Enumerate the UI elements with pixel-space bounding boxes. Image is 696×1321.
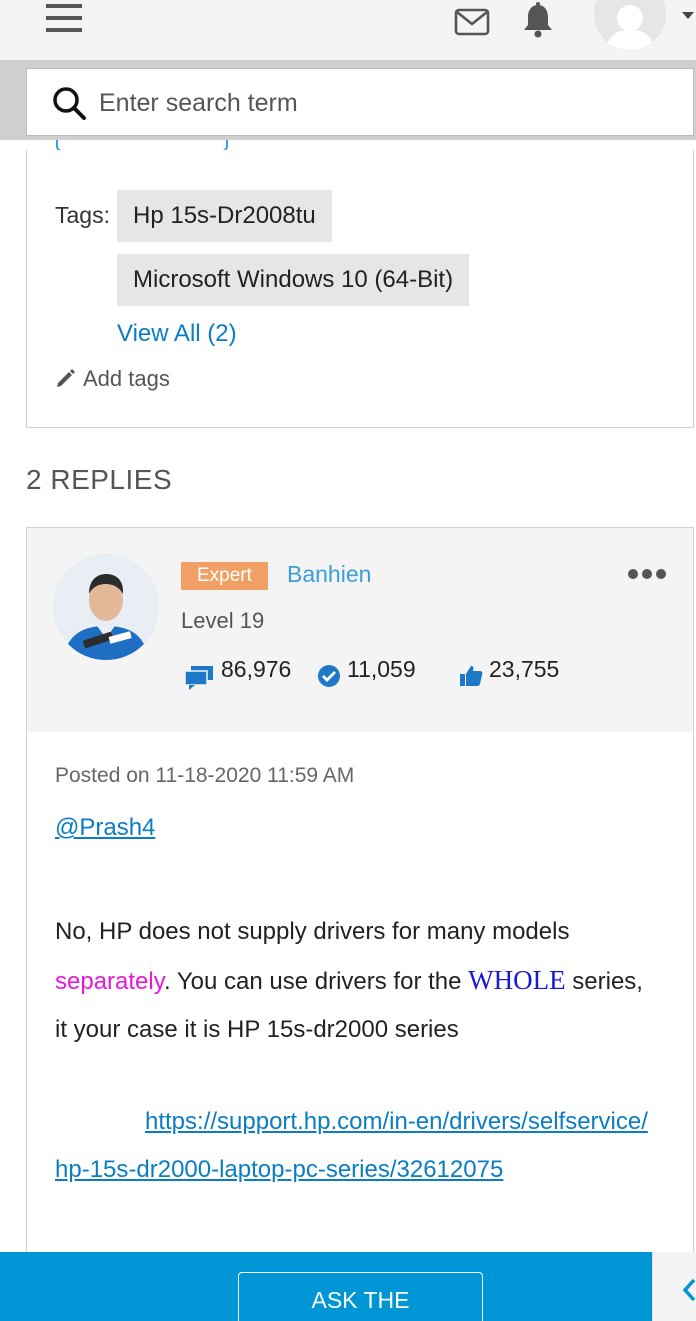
- messages-count: 86,976: [221, 656, 292, 682]
- hamburger-icon[interactable]: [46, 4, 82, 34]
- author-bar: Expert Banhien Level 19 86,976 11,059 23…: [27, 528, 693, 732]
- rank-badge: Expert: [181, 562, 268, 590]
- reply-card: Expert Banhien Level 19 86,976 11,059 23…: [26, 527, 694, 1321]
- bottom-action-bar: ASK THE COMMUNITY: [0, 1252, 652, 1321]
- more-options-icon[interactable]: [627, 568, 667, 580]
- add-tags-label: Add tags: [83, 366, 170, 391]
- view-all-tags-link[interactable]: View All (2): [117, 320, 237, 348]
- author-level: Level 19: [181, 608, 265, 633]
- bell-icon[interactable]: [520, 2, 556, 38]
- author-name-link[interactable]: Banhien: [287, 561, 371, 588]
- replies-heading: 2 REPLIES: [26, 464, 173, 495]
- tags-card: Tags: Hp 15s-Dr2008tu Microsoft Windows …: [26, 150, 694, 428]
- user-avatar-icon[interactable]: [594, 0, 666, 50]
- post-body: No, HP does not supply drivers for many …: [55, 908, 655, 1054]
- add-tags-link[interactable]: Add tags: [55, 366, 170, 392]
- post-text-highlight: separately: [55, 968, 164, 995]
- account-dropdown-caret-icon[interactable]: [682, 12, 694, 19]
- solutions-count: 11,059: [347, 656, 416, 682]
- chevron-left-icon[interactable]: [681, 1278, 696, 1302]
- author-avatar[interactable]: [53, 554, 159, 660]
- post-text-highlight: WHOLE: [468, 965, 566, 995]
- ask-the-community-button[interactable]: ASK THE COMMUNITY: [238, 1272, 483, 1321]
- pencil-icon: [57, 369, 75, 387]
- post-date: Posted on 11-18-2020 11:59 AM: [55, 764, 355, 787]
- tags-label: Tags:: [55, 202, 110, 228]
- tag-chip[interactable]: Microsoft Windows 10 (64-Bit): [117, 254, 470, 306]
- search-box[interactable]: [26, 68, 694, 136]
- solution-check-icon: [318, 665, 340, 687]
- driver-support-link[interactable]: https://support.hp.com/in-en/drivers/sel…: [55, 1098, 655, 1194]
- search-area: [0, 60, 696, 150]
- post-text: No, HP does not supply drivers for many …: [55, 918, 570, 945]
- post-text: . You can use drivers for the: [163, 968, 469, 995]
- tag-chip[interactable]: Hp 15s-Dr2008tu: [117, 190, 332, 242]
- mail-icon[interactable]: [454, 8, 490, 36]
- user-mention-link[interactable]: @Prash4: [55, 814, 155, 842]
- thumbs-up-icon: [460, 666, 483, 686]
- kudos-count: 23,755: [489, 656, 560, 682]
- messages-icon: [185, 666, 213, 690]
- side-panel-toggle[interactable]: [652, 1252, 696, 1321]
- search-icon[interactable]: [51, 85, 87, 121]
- search-input[interactable]: [99, 79, 659, 127]
- top-navigation-bar: [0, 0, 696, 60]
